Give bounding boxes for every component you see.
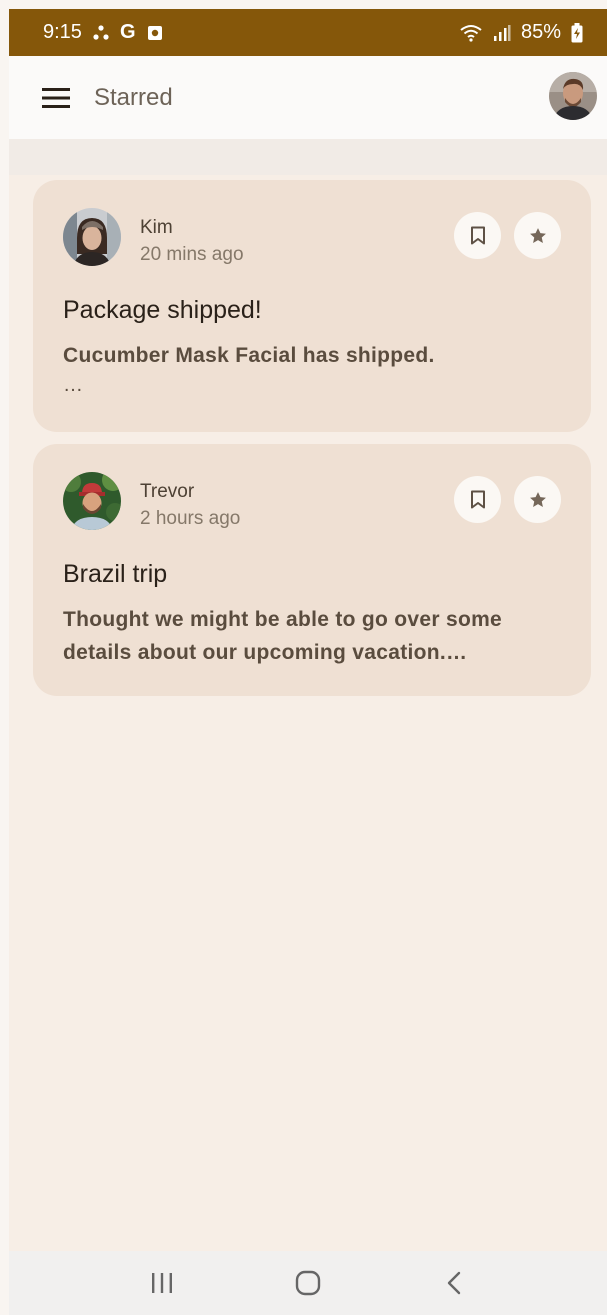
recents-button[interactable] (132, 1258, 192, 1308)
home-button[interactable] (278, 1258, 338, 1308)
email-preview-more: … (63, 374, 83, 396)
star-button[interactable] (514, 212, 561, 259)
status-left: 9:15 G (43, 21, 164, 44)
email-preview: Thought we might be able to go over some… (63, 608, 503, 664)
sender-name: Kim (140, 217, 173, 238)
bookmark-button[interactable] (454, 476, 501, 523)
email-subject: Package shipped! (63, 296, 262, 324)
phone-screen: 9:15 G 85% Starred Kim 20 mins ago Packa… (9, 9, 607, 1315)
account-avatar[interactable] (549, 72, 597, 120)
signal-icon (493, 24, 511, 42)
status-bar: 9:15 G 85% (9, 9, 607, 56)
battery-charging-icon (571, 22, 583, 43)
google-icon: G (119, 21, 136, 43)
back-button[interactable] (424, 1258, 484, 1308)
top-app-bar: Starred (9, 56, 607, 139)
battery-percent: 85% (520, 21, 561, 43)
email-subject: Brazil trip (63, 560, 168, 588)
email-preview: Cucumber Mask Facial has shipped. (63, 344, 435, 367)
recents-icon (152, 1273, 172, 1293)
star-icon (529, 491, 546, 507)
email-time: 20 mins ago (140, 244, 244, 265)
bookmark-icon (470, 226, 485, 245)
back-icon (447, 1271, 461, 1295)
bookmark-button[interactable] (454, 212, 501, 259)
sender-avatar (63, 208, 121, 266)
photo-icon (146, 24, 164, 42)
email-time: 2 hours ago (140, 508, 241, 529)
status-right: 85% (459, 21, 583, 44)
system-nav-bar (9, 1251, 607, 1315)
sender-name: Trevor (140, 481, 195, 502)
email-card[interactable]: Trevor 2 hours ago Brazil trip Thought w… (33, 444, 591, 696)
menu-button[interactable] (32, 74, 80, 122)
status-time: 9:15 (43, 21, 82, 43)
top-spacer (9, 139, 607, 175)
sender-avatar (63, 472, 121, 530)
email-header: Trevor 2 hours ago (63, 472, 561, 532)
wifi-icon (459, 23, 483, 43)
home-icon (295, 1270, 321, 1296)
share-icon (92, 24, 110, 42)
bookmark-icon (470, 490, 485, 509)
star-button[interactable] (514, 476, 561, 523)
email-header: Kim 20 mins ago (63, 208, 561, 268)
star-icon (529, 227, 546, 243)
email-card[interactable]: Kim 20 mins ago Package shipped! Cucumbe… (33, 180, 591, 432)
page-title: Starred (94, 83, 173, 111)
menu-icon (42, 87, 70, 108)
